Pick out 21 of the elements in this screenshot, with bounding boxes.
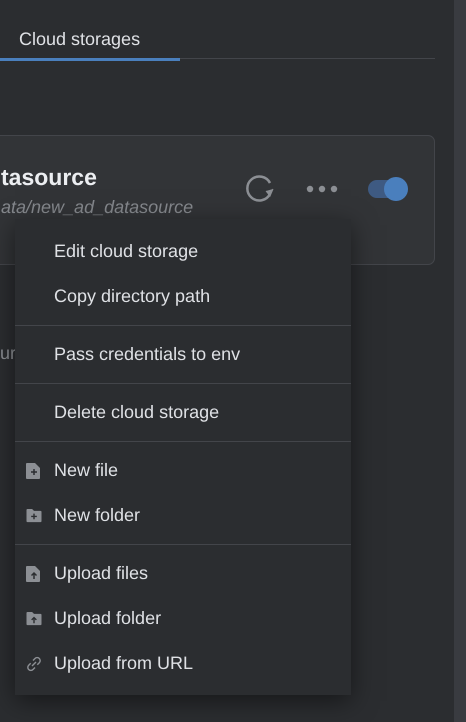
new-folder-icon [26,508,42,523]
refresh-icon[interactable] [246,174,276,204]
new-file-icon [26,463,41,479]
storage-title: tasource [1,164,98,191]
link-icon [26,656,42,672]
storage-path: ata/new_ad_datasource [1,197,194,218]
menu-item[interactable]: Upload from URL [15,641,351,686]
upload-file-icon [26,566,41,582]
tab[interactable]: Cloud storages [0,0,180,61]
toggle-switch[interactable] [368,177,408,201]
menu-item[interactable]: Pass credentials to env [15,332,351,377]
menu-item[interactable]: New file [15,448,351,493]
menu-item[interactable]: Upload folder [15,596,351,641]
more-icon[interactable] [306,185,338,193]
partial-text: ur [0,343,16,364]
menu-item[interactable]: Copy directory path [15,274,351,319]
upload-folder-icon [26,611,42,626]
menu-item[interactable]: New folder [15,493,351,538]
menu-item[interactable]: Upload files [15,551,351,596]
menu-item[interactable]: Edit cloud storage [15,229,351,274]
menu-item[interactable]: Delete cloud storage [15,390,351,435]
